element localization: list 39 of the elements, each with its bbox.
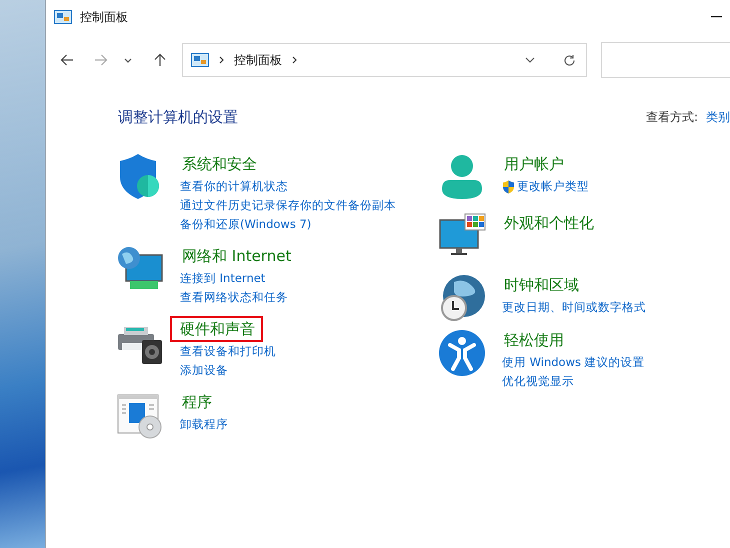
caret-icon[interactable] xyxy=(124,58,132,62)
task-link[interactable]: 查看你的计算机状态 xyxy=(180,177,288,196)
task-link[interactable]: 通过文件历史记录保存你的文件备份副本 xyxy=(180,196,396,215)
accessibility-icon[interactable] xyxy=(438,329,486,377)
task-link[interactable]: 添加设备 xyxy=(180,361,228,380)
category-link[interactable]: 系统和安全 xyxy=(177,151,262,177)
control-panel-icon xyxy=(191,53,209,67)
category-link[interactable]: 时钟和区域 xyxy=(499,272,584,298)
globe-clock-icon[interactable] xyxy=(438,274,486,322)
category-link[interactable]: 用户帐户 xyxy=(499,151,569,177)
control-panel-icon xyxy=(54,10,72,24)
category-link[interactable]: 网络和 Internet xyxy=(177,243,296,269)
task-link[interactable]: 优化视觉显示 xyxy=(502,372,574,391)
task-link[interactable]: 连接到 Internet xyxy=(180,269,266,288)
search-field[interactable] xyxy=(601,42,730,78)
task-link[interactable]: 更改帐户类型 xyxy=(517,177,589,196)
task-link[interactable]: 查看设备和打印机 xyxy=(180,342,276,361)
minimize-icon[interactable] xyxy=(711,16,722,18)
address-bar[interactable]: 控制面板 xyxy=(182,43,587,77)
window-title: 控制面板 xyxy=(80,8,128,26)
up-arrow-icon[interactable] xyxy=(154,53,166,67)
chevron-icon xyxy=(219,56,224,64)
view-by-link[interactable]: 类别 xyxy=(706,109,730,126)
category-link[interactable]: 程序 xyxy=(177,389,217,415)
category-link[interactable]: 硬件和声音 xyxy=(170,316,263,342)
chevron-icon xyxy=(292,56,297,64)
refresh-icon[interactable] xyxy=(563,54,576,66)
task-link[interactable]: 卸载程序 xyxy=(180,415,228,434)
view-by-label: 查看方式: xyxy=(646,109,698,126)
task-link[interactable]: 使用 Windows 建议的设置 xyxy=(502,353,645,372)
page-heading: 调整计算机的设置 xyxy=(118,108,238,127)
dropdown-caret-icon[interactable] xyxy=(525,57,535,63)
category-link[interactable]: 外观和个性化 xyxy=(499,210,599,236)
task-link[interactable]: 备份和还原(Windows 7) xyxy=(180,215,312,234)
task-link[interactable]: 更改日期、时间或数字格式 xyxy=(502,298,646,317)
task-link[interactable]: 查看网络状态和任务 xyxy=(180,288,288,307)
back-arrow-icon[interactable] xyxy=(60,54,74,66)
breadcrumb[interactable]: 控制面板 xyxy=(234,52,282,68)
category-link[interactable]: 轻松使用 xyxy=(499,327,569,353)
